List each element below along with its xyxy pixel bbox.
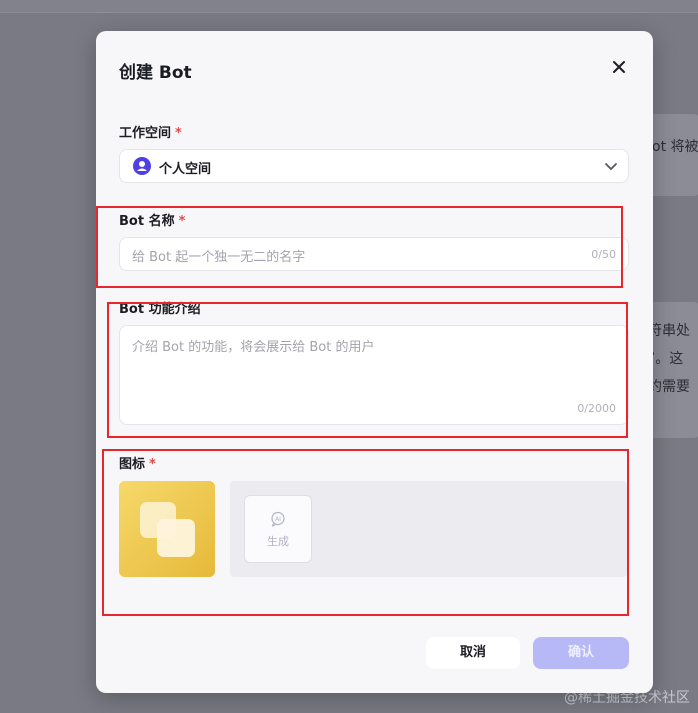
chevron-down-icon [605,163,617,170]
annotation-box-bot-name [96,206,623,288]
close-icon[interactable] [609,57,629,77]
workspace-select[interactable]: 个人空间 [119,149,629,183]
background-text-1: ot 将被 [652,139,698,155]
dialog-title: 创建 Bot [119,63,192,83]
background-text-3: ”。这 [648,351,684,367]
background-top-bar [0,0,698,13]
workspace-label-text: 工作空间 [119,126,172,141]
user-avatar-icon [133,157,151,175]
background-text-2: 符串处 [648,323,690,339]
workspace-selected-value: 个人空间 [159,162,212,177]
annotation-box-icon [102,449,629,616]
required-mark: * [175,126,182,141]
workspace-label: 工作空间 * [119,122,182,141]
background-text-4: 约需要 [648,379,690,395]
confirm-button[interactable]: 确认 [533,637,629,669]
cancel-button[interactable]: 取消 [426,637,520,669]
annotation-box-bot-description [107,302,628,438]
